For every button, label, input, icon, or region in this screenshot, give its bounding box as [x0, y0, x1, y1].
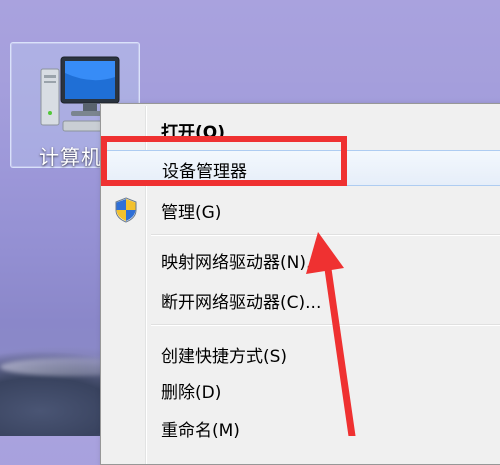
- menu-item-label: 创建快捷方式(S): [161, 347, 288, 367]
- menu-item-label: 删除(D): [161, 383, 222, 403]
- menu-item-label: 管理(G): [161, 203, 222, 223]
- desktop-icon-label: 计算机: [39, 145, 102, 169]
- menu-item-label: 重命名(M): [161, 421, 240, 441]
- menu-item-create-shortcut[interactable]: 创建快捷方式(S): [105, 336, 500, 370]
- menu-separator: [151, 324, 500, 325]
- menu-item-label: 映射网络驱动器(N)...: [161, 253, 323, 273]
- menu-item-label: 断开网络驱动器(C)...: [161, 293, 322, 313]
- menu-item-manage[interactable]: 管理(G): [105, 192, 500, 226]
- menu-item-rename[interactable]: 重命名(M): [105, 410, 500, 444]
- annotation-highlight-box: [101, 136, 347, 186]
- shield-icon: [115, 197, 137, 223]
- menu-separator: [151, 234, 500, 235]
- menu-item-delete[interactable]: 删除(D): [105, 372, 500, 406]
- menu-item-map-network-drive[interactable]: 映射网络驱动器(N)...: [105, 242, 500, 276]
- menu-item-disconnect-network-drive[interactable]: 断开网络驱动器(C)...: [105, 282, 500, 316]
